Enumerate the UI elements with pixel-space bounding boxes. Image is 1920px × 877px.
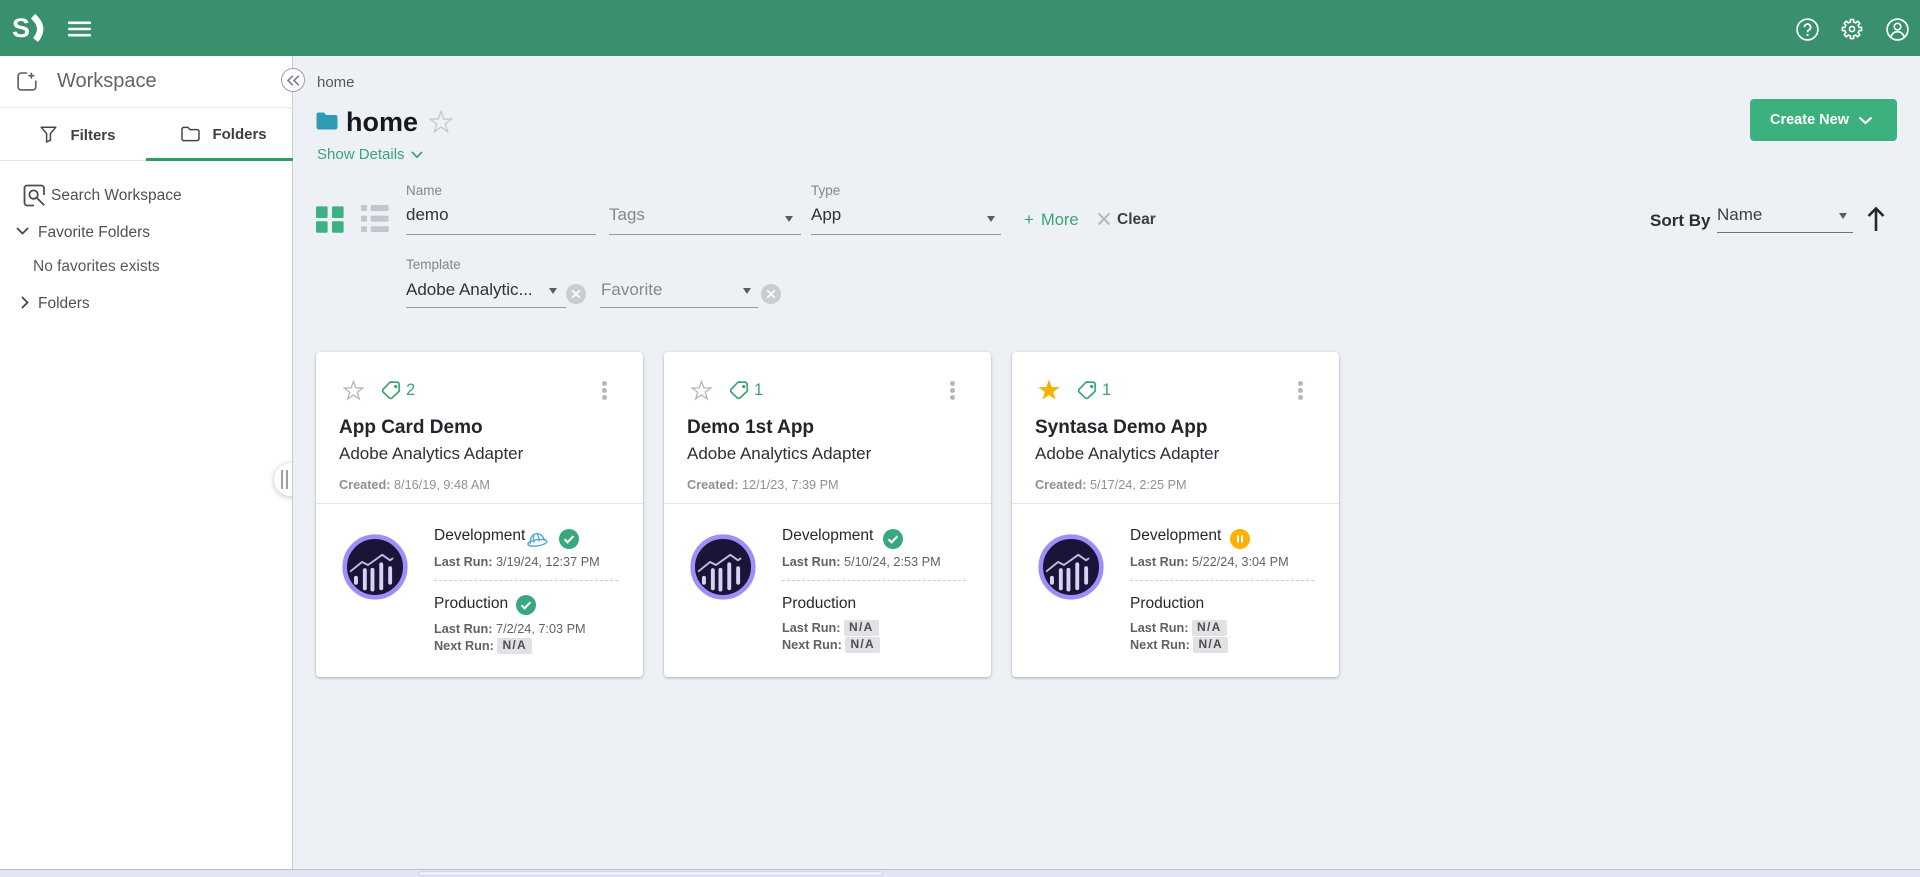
svg-text:S: S [12,14,30,42]
